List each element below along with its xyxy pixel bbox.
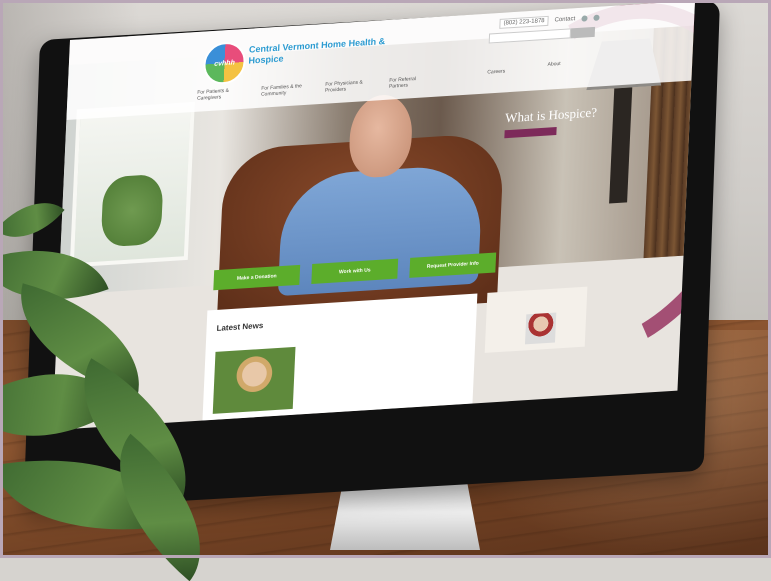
nav-item-physicians[interactable]: For Physicians & Providers — [325, 79, 370, 93]
nav-item-referral[interactable]: For Referral Partners — [389, 75, 434, 90]
nav-item-about[interactable]: About — [547, 61, 560, 68]
contact-link[interactable]: Contact — [554, 16, 575, 23]
monitor-screen: cvhhh Central Vermont Home Health & Hosp… — [52, 0, 695, 430]
facebook-icon[interactable] — [581, 15, 588, 22]
search-input[interactable] — [488, 28, 572, 44]
nav-item-careers[interactable]: Careers — [487, 68, 505, 75]
logo-text: cvhhh — [214, 59, 235, 68]
sidebar-card[interactable] — [484, 286, 588, 353]
phone-number[interactable]: (802) 223-1878 — [499, 15, 549, 29]
twitter-icon[interactable] — [593, 14, 600, 22]
header-utility: (802) 223-1878 Contact — [499, 13, 600, 29]
latest-news: Latest News — [202, 293, 478, 421]
news-heading: Latest News — [216, 320, 264, 333]
hospice-promo: What is Hospice? — [504, 105, 597, 139]
news-photo[interactable] — [212, 346, 296, 414]
nav-item-families[interactable]: For Families & the Community — [261, 83, 306, 98]
nav-item-patients[interactable]: For Patients & Caregivers — [197, 87, 242, 102]
sidebar-photo — [524, 312, 557, 345]
org-name[interactable]: Central Vermont Home Health & Hospice — [248, 36, 389, 67]
site-logo[interactable]: cvhhh — [202, 40, 247, 86]
search-button[interactable] — [570, 26, 596, 39]
